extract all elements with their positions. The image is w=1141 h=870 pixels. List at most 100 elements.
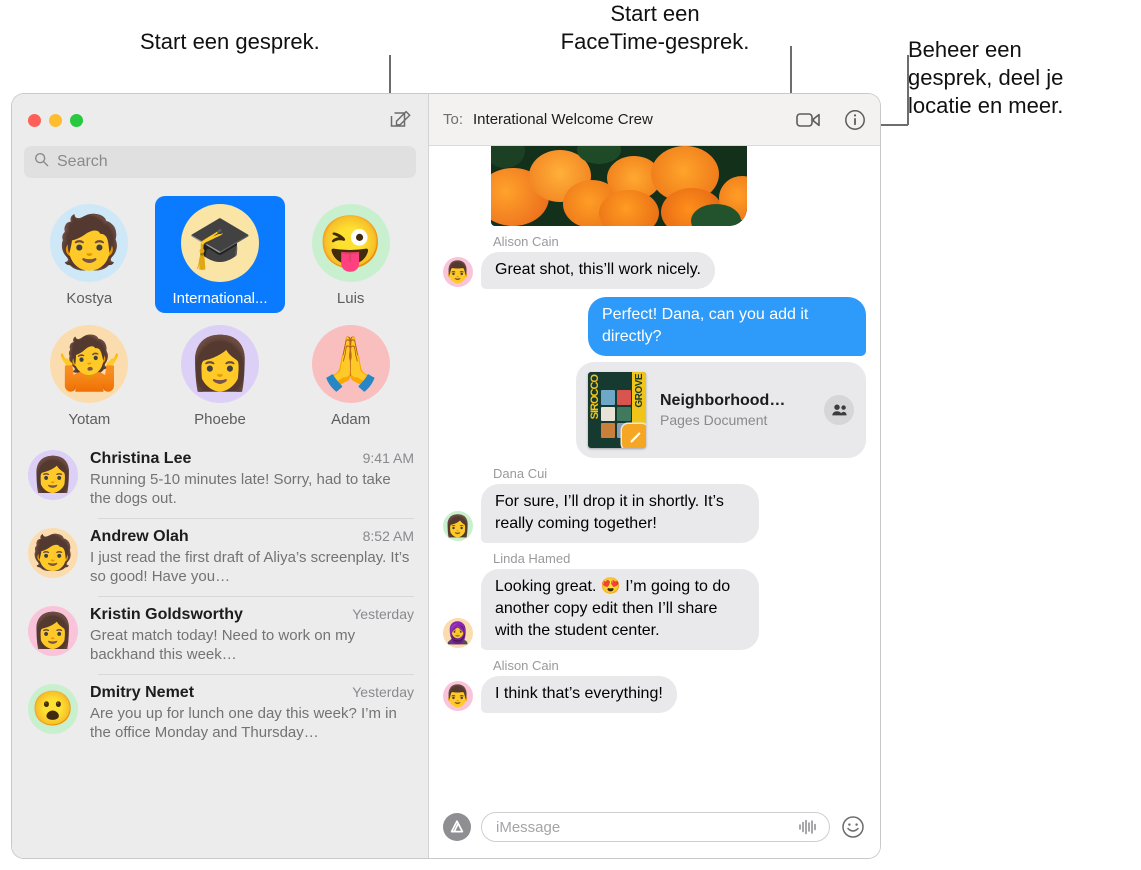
- conversation-preview: I just read the first draft of Aliya’s s…: [90, 549, 410, 585]
- compose-icon[interactable]: [388, 107, 414, 133]
- pinned-item-label: Kostya: [66, 290, 113, 307]
- conversation-time: Yesterday: [352, 684, 414, 700]
- smiley-icon[interactable]: [840, 814, 866, 840]
- pinned-item-label: Luis: [336, 290, 365, 307]
- leader-line-info-vertical: [907, 55, 909, 125]
- conversation-list: 👩 Christina Lee 9:41 AM Running 5-10 minute…: [12, 440, 428, 858]
- pinned-item-international[interactable]: 🎓 International...: [154, 196, 286, 313]
- pinned-item-luis[interactable]: 😜 Luis: [285, 196, 416, 313]
- search-input[interactable]: Search: [24, 146, 416, 178]
- avatar: 👨: [443, 681, 473, 711]
- avatar: 🧑: [50, 204, 129, 282]
- pinned-item-phoebe[interactable]: 👩 Phoebe: [155, 317, 286, 434]
- thread-pane: To: Interational Welcome Crew 👨 Alison C…: [429, 94, 880, 858]
- window-titlebar: [12, 94, 428, 146]
- avatar: 🤷: [50, 325, 129, 403]
- callout-start-conversation: Start een gesprek.: [140, 29, 320, 54]
- to-label: To:: [443, 111, 464, 128]
- document-title: Neighborhood…: [660, 392, 786, 409]
- messages-window: Search 🧑 Kostya 🎓 International... 😜 Luis 🤷 Yot…: [12, 94, 880, 858]
- avatar: 👨: [443, 257, 473, 287]
- thumbnail-title-left: SIROCCO: [589, 375, 601, 420]
- traffic-lights: [28, 113, 83, 127]
- avatar: 👩: [180, 325, 259, 403]
- conversation-row[interactable]: 😮 Dmitry Nemet Yesterday Are you up for lun…: [12, 674, 428, 752]
- message-row: 👩 Dana Cui For sure, I’ll drop it in short…: [443, 466, 866, 543]
- conversation-time: 8:52 AM: [362, 528, 414, 544]
- sidebar: Search 🧑 Kostya 🎓 International... 😜 Luis 🤷 Yot…: [12, 94, 429, 858]
- message-bubble[interactable]: Looking great. 😍 I’m going to do another…: [481, 569, 759, 650]
- zoom-button[interactable]: [70, 113, 83, 127]
- callout-start-facetime: Start een FaceTime-gesprek.: [560, 1, 750, 54]
- pinned-item-label: Yotam: [68, 411, 111, 428]
- conversation-row[interactable]: 🧑 Andrew Olah 8:52 AM I just read the first…: [12, 518, 428, 596]
- pinned-item-kostya[interactable]: 🧑 Kostya: [24, 196, 155, 313]
- attachment-message-row: SIROCCO GROVE Neighborhood… Pages Document: [443, 362, 866, 458]
- pinned-item-label: International...: [172, 290, 268, 307]
- messages-container: 👨 Alison Cain Great shot, this’ll work nic…: [443, 234, 866, 713]
- avatar: 🧑: [28, 528, 78, 578]
- pinned-conversations: 🧑 Kostya 🎓 International... 😜 Luis 🤷 Yotam 👩 Phoe…: [12, 188, 428, 440]
- message-sender: Linda Hamed: [493, 551, 571, 566]
- photo-message-row: [443, 146, 866, 226]
- search-placeholder: Search: [57, 153, 108, 170]
- conversation-preview: Great match today! Need to work on my ba…: [90, 627, 356, 663]
- document-subtitle: Pages Document: [660, 412, 768, 428]
- search-icon: [34, 152, 49, 172]
- message-input-bar: iMessage: [429, 802, 880, 858]
- pinned-item-adam[interactable]: 🙏 Adam: [285, 317, 416, 434]
- conversation-time: 9:41 AM: [362, 450, 414, 466]
- avatar: 👩: [28, 450, 78, 500]
- message-bubble[interactable]: Great shot, this’ll work nicely.: [481, 252, 715, 289]
- message-bubble[interactable]: Perfect! Dana, can you add it directly?: [588, 297, 866, 356]
- conversation-name: Dmitry Nemet: [90, 684, 195, 701]
- avatar: 👩: [28, 606, 78, 656]
- app-store-icon[interactable]: [443, 813, 471, 841]
- message-row: 🧕 Linda Hamed Looking great. 😍 I’m going t…: [443, 551, 866, 650]
- message-row: Perfect! Dana, can you add it directly?: [443, 297, 866, 356]
- pages-icon: [622, 424, 646, 448]
- message-thread[interactable]: 👨 Alison Cain Great shot, this’ll work nic…: [429, 146, 880, 802]
- message-bubble[interactable]: For sure, I’ll drop it in shortly. It’s …: [481, 484, 759, 543]
- people-icon[interactable]: [824, 395, 854, 425]
- avatar: 😮: [28, 684, 78, 734]
- search-container: Search: [12, 146, 428, 188]
- conversation-preview: Running 5-10 minutes late! Sorry, had to…: [90, 471, 391, 507]
- info-circle-icon[interactable]: [844, 109, 866, 131]
- avatar: 👩: [443, 511, 473, 541]
- pinned-item-label: Adam: [331, 411, 371, 428]
- thread-header: To: Interational Welcome Crew: [429, 94, 880, 146]
- avatar: 😜: [311, 204, 390, 282]
- message-row: 👨 Alison Cain I think that’s everything!: [443, 658, 866, 713]
- avatar: 🎓: [180, 204, 259, 282]
- conversation-name: Andrew Olah: [90, 528, 189, 545]
- conversation-name: Kristin Goldsworthy: [90, 606, 243, 623]
- thumbnail-title-right: GROVE: [634, 374, 645, 408]
- orange-flowers-photo[interactable]: [491, 146, 747, 226]
- message-sender: Alison Cain: [493, 234, 559, 249]
- recipient-field[interactable]: Interational Welcome Crew: [473, 111, 653, 128]
- callout-manage-conversation: Beheer een gesprek, deel je locatie en m…: [908, 37, 1064, 118]
- avatar: 🧕: [443, 618, 473, 648]
- avatar: 🙏: [311, 325, 390, 403]
- document-thumbnail: SIROCCO GROVE: [588, 372, 646, 448]
- audio-waveform-icon[interactable]: [797, 818, 819, 836]
- pinned-item-label: Phoebe: [194, 411, 246, 428]
- conversation-time: Yesterday: [352, 606, 414, 622]
- conversation-row[interactable]: 👩 Christina Lee 9:41 AM Running 5-10 minute…: [12, 440, 428, 518]
- message-sender: Alison Cain: [493, 658, 559, 673]
- message-row: 👨 Alison Cain Great shot, this’ll work nic…: [443, 234, 866, 289]
- conversation-row[interactable]: 👩 Kristin Goldsworthy Yesterday Great match…: [12, 596, 428, 674]
- message-bubble[interactable]: I think that’s everything!: [481, 676, 677, 713]
- pinned-item-yotam[interactable]: 🤷 Yotam: [24, 317, 155, 434]
- imessage-input[interactable]: iMessage: [481, 812, 830, 842]
- imessage-placeholder: iMessage: [496, 818, 561, 836]
- minimize-button[interactable]: [49, 113, 62, 127]
- pages-document-card[interactable]: SIROCCO GROVE Neighborhood… Pages Document: [576, 362, 866, 458]
- conversation-preview: Are you up for lunch one day this week? …: [90, 705, 397, 741]
- header-actions: [796, 109, 866, 131]
- video-camera-icon[interactable]: [796, 110, 822, 130]
- conversation-name: Christina Lee: [90, 450, 192, 467]
- message-sender: Dana Cui: [493, 466, 548, 481]
- close-button[interactable]: [28, 113, 41, 127]
